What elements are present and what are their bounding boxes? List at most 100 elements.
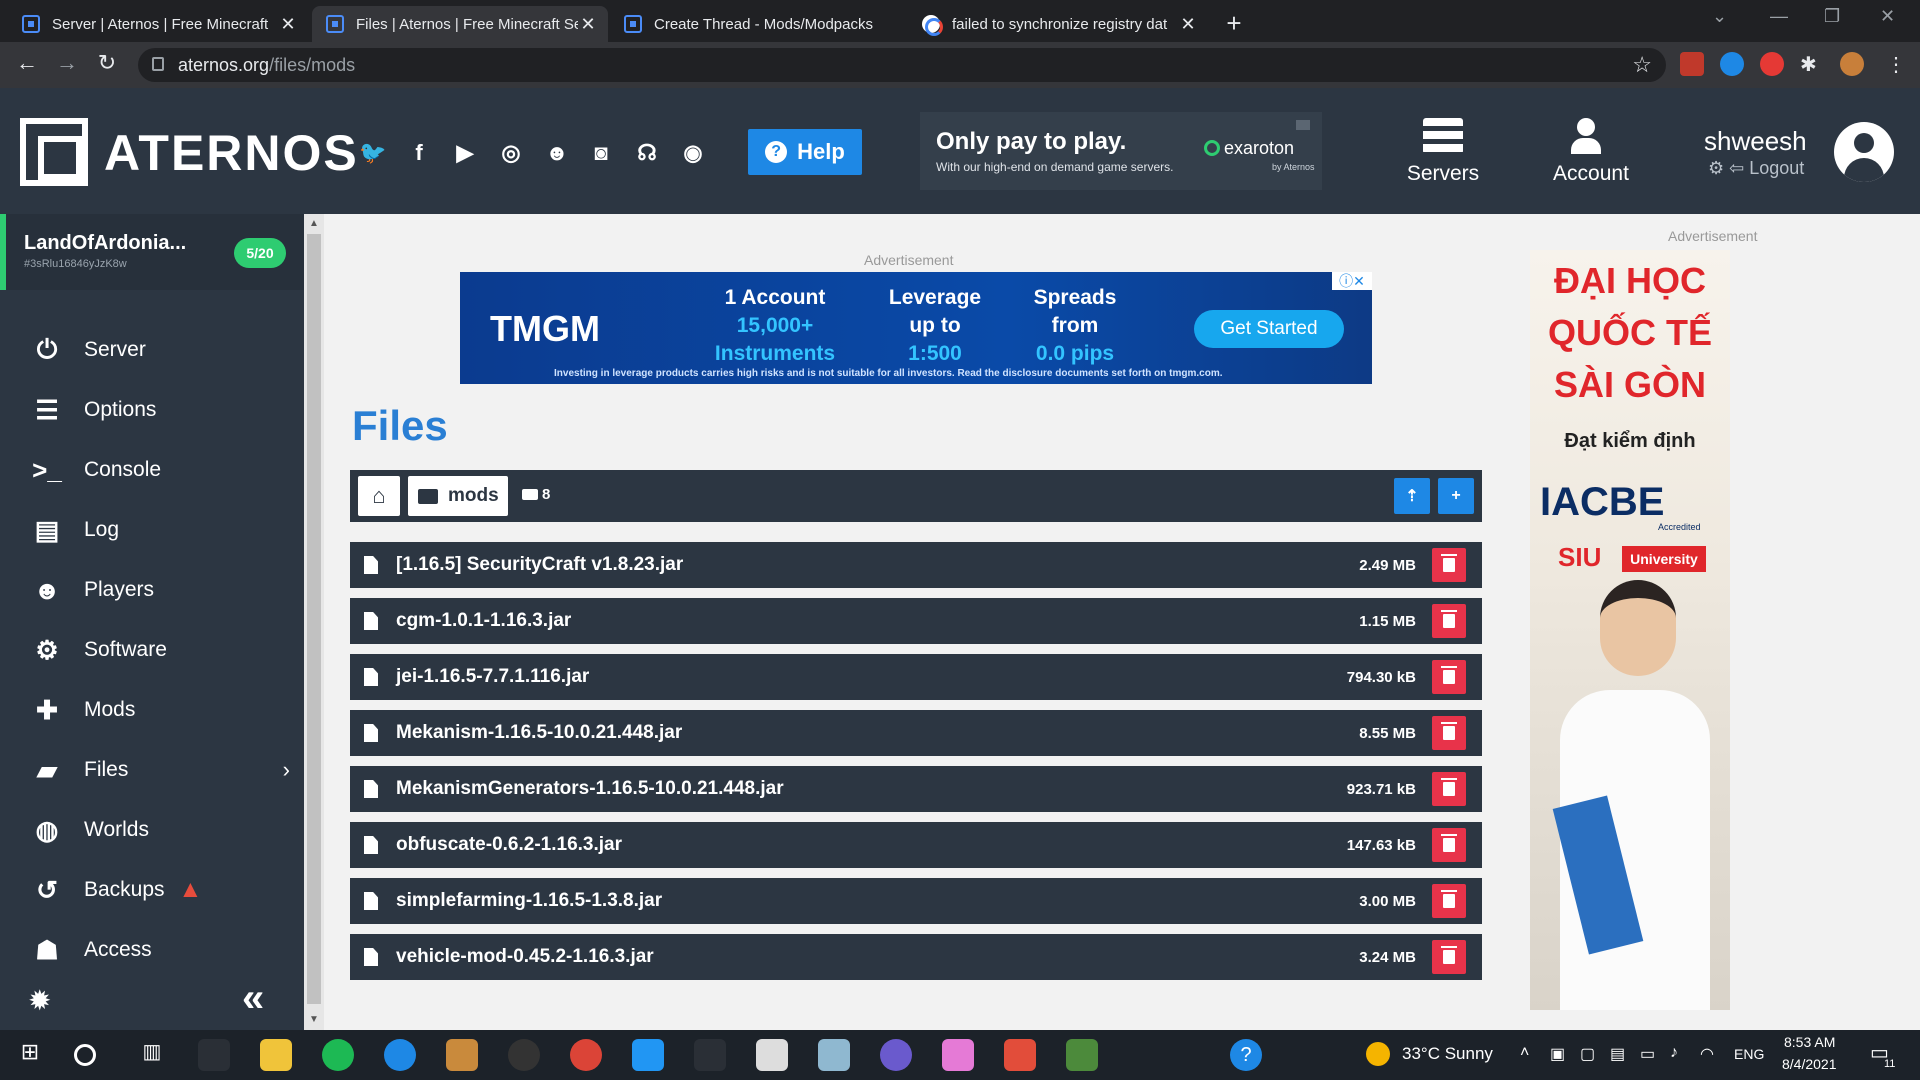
new-tab-button[interactable]: +: [1218, 8, 1250, 39]
battery-icon[interactable]: ▭: [1640, 1044, 1655, 1064]
delete-button[interactable]: [1432, 772, 1466, 806]
close-tab-icon[interactable]: ✕: [1178, 14, 1198, 35]
file-name[interactable]: jei-1.16.5-7.7.1.116.jar: [396, 666, 1347, 688]
sidebar-item-mods[interactable]: ✚ Mods: [0, 680, 304, 740]
address-bar[interactable]: aternos.org/files/mods ☆: [138, 48, 1666, 82]
profile-avatar-icon[interactable]: [1840, 52, 1864, 76]
discord-icon[interactable]: ◙: [584, 136, 618, 170]
collapse-sidebar-icon[interactable]: «: [242, 976, 264, 1021]
task-view-icon[interactable]: ▥: [136, 1039, 168, 1071]
file-row[interactable]: [1.16.5] SecurityCraft v1.8.23.jar 2.49 M…: [350, 542, 1482, 588]
instagram-icon[interactable]: ◎: [494, 136, 528, 170]
delete-button[interactable]: [1432, 716, 1466, 750]
support-headset-icon[interactable]: ☊: [630, 136, 664, 170]
cortana-search-icon[interactable]: [74, 1044, 96, 1066]
browser-tab[interactable]: failed to synchronize registry dat ✕: [908, 6, 1208, 42]
siu-side-ad[interactable]: ĐẠI HỌC QUỐC TẾ SÀI GÒN Đạt kiểm định IA…: [1530, 250, 1730, 1010]
clock-time[interactable]: 8:53 AM: [1784, 1034, 1835, 1050]
app-icon[interactable]: [1004, 1039, 1036, 1071]
bookmark-star-icon[interactable]: ☆: [1632, 52, 1652, 78]
app-icon[interactable]: [198, 1039, 230, 1071]
file-explorer-icon[interactable]: [260, 1039, 292, 1071]
file-row[interactable]: MekanismGenerators-1.16.5-10.0.21.448.ja…: [350, 766, 1482, 812]
mouse-app-icon[interactable]: [694, 1039, 726, 1071]
theme-settings-icon[interactable]: ✹: [28, 984, 51, 1017]
puzzle-extensions-icon[interactable]: ✱: [1800, 52, 1824, 76]
twitter-icon[interactable]: 🐦: [356, 136, 390, 170]
back-arrow-icon[interactable]: ←: [12, 50, 42, 76]
chrome-icon[interactable]: [570, 1039, 602, 1071]
spotify-icon[interactable]: [322, 1039, 354, 1071]
edge-icon[interactable]: [384, 1039, 416, 1071]
get-started-button[interactable]: Get Started: [1194, 310, 1344, 348]
sidebar-item-server[interactable]: ⏻ Server: [0, 320, 304, 380]
file-name[interactable]: MekanismGenerators-1.16.5-10.0.21.448.ja…: [396, 778, 1347, 800]
nav-account[interactable]: Account: [1546, 118, 1636, 186]
help-tray-icon[interactable]: ?: [1230, 1039, 1262, 1071]
exaroton-promo[interactable]: Only pay to play. With our high-end on d…: [920, 112, 1322, 190]
app-icon[interactable]: [942, 1039, 974, 1071]
settings-gear-icon[interactable]: ⚙: [1708, 158, 1724, 178]
browser-tab[interactable]: Server | Aternos | Free Minecraft ✕: [8, 6, 308, 42]
extension-icon[interactable]: [1760, 52, 1784, 76]
minimize-window-icon[interactable]: —: [1770, 6, 1788, 27]
help-button[interactable]: ? Help: [748, 129, 862, 175]
reddit-icon[interactable]: ☻: [540, 136, 574, 170]
sidebar-item-access[interactable]: ☗ Access: [0, 920, 304, 980]
github-icon[interactable]: ◉: [676, 136, 710, 170]
sidebar-item-files[interactable]: ▰ Files ›: [0, 740, 304, 800]
nav-servers[interactable]: Servers: [1398, 118, 1488, 186]
app-icon[interactable]: [818, 1039, 850, 1071]
browser-tab-active[interactable]: Files | Aternos | Free Minecraft Se ✕: [312, 6, 608, 42]
file-name[interactable]: vehicle-mod-0.45.2-1.16.3.jar: [396, 946, 1359, 968]
file-row[interactable]: jei-1.16.5-7.7.1.116.jar 794.30 kB: [350, 654, 1482, 700]
clock-date[interactable]: 8/4/2021: [1782, 1056, 1837, 1072]
facebook-icon[interactable]: f: [402, 136, 436, 170]
adchoices-close-icon[interactable]: ⓘ✕: [1332, 272, 1372, 290]
scrollbar-thumb[interactable]: [307, 234, 321, 1004]
scroll-up-icon[interactable]: ▲: [309, 218, 319, 229]
windows-start-icon[interactable]: ⊞: [14, 1039, 46, 1071]
language-indicator[interactable]: ENG: [1734, 1046, 1764, 1062]
sidebar-item-console[interactable]: >_ Console: [0, 440, 304, 500]
sidebar-item-options[interactable]: ☰ Options: [0, 380, 304, 440]
tray-chevron-icon[interactable]: ˄: [1520, 1044, 1529, 1062]
file-row[interactable]: cgm-1.0.1-1.16.3.jar 1.15 MB: [350, 598, 1482, 644]
weather-text[interactable]: 33°C Sunny: [1402, 1044, 1493, 1064]
delete-button[interactable]: [1432, 604, 1466, 638]
app-icon[interactable]: [880, 1039, 912, 1071]
browser-tab[interactable]: Create Thread - Mods/Modpacks: [610, 6, 906, 42]
close-tab-icon[interactable]: ✕: [278, 14, 298, 35]
sidebar-item-log[interactable]: ▤ Log: [0, 500, 304, 560]
scroll-down-icon[interactable]: ▼: [309, 1014, 319, 1025]
app-icon[interactable]: [632, 1039, 664, 1071]
logout-link[interactable]: ⇦ Logout: [1729, 158, 1804, 178]
tmgm-ad-banner[interactable]: TMGM 1 Account 15,000+ Instruments Lever…: [460, 272, 1372, 384]
aternos-logo-icon[interactable]: [20, 118, 88, 186]
minecraft-icon[interactable]: [1066, 1039, 1098, 1071]
tray-app-icon[interactable]: ▤: [1610, 1044, 1625, 1064]
delete-button[interactable]: [1432, 660, 1466, 694]
extension-icon[interactable]: [1680, 52, 1704, 76]
avatar[interactable]: [1834, 122, 1894, 182]
file-row[interactable]: obfuscate-0.6.2-1.16.3.jar 147.63 kB: [350, 822, 1482, 868]
delete-button[interactable]: [1432, 940, 1466, 974]
sidebar-item-backups[interactable]: ↺ Backups ▲: [0, 860, 304, 920]
tab-search-icon[interactable]: ⌄: [1712, 6, 1727, 27]
nvidia-icon[interactable]: ▣: [1550, 1044, 1565, 1064]
file-row[interactable]: Mekanism-1.16.5-10.0.21.448.jar 8.55 MB: [350, 710, 1482, 756]
weather-sun-icon[interactable]: [1366, 1042, 1390, 1066]
site-logo-text[interactable]: ATERNOS: [104, 124, 359, 182]
delete-button[interactable]: [1432, 828, 1466, 862]
app-icon[interactable]: [446, 1039, 478, 1071]
close-window-icon[interactable]: ✕: [1880, 6, 1895, 27]
reload-icon[interactable]: ↻: [92, 50, 122, 76]
file-name[interactable]: simplefarming-1.16.5-1.3.8.jar: [396, 890, 1359, 912]
file-name[interactable]: [1.16.5] SecurityCraft v1.8.23.jar: [396, 554, 1359, 576]
youtube-icon[interactable]: ▶: [448, 136, 482, 170]
forward-arrow-icon[interactable]: →: [52, 50, 82, 76]
file-row[interactable]: vehicle-mod-0.45.2-1.16.3.jar 3.24 MB: [350, 934, 1482, 980]
close-tab-icon[interactable]: ✕: [578, 14, 598, 35]
upload-folder-button[interactable]: ⇡: [1394, 478, 1430, 514]
scrollbar[interactable]: ▲ ▼: [304, 214, 324, 1030]
